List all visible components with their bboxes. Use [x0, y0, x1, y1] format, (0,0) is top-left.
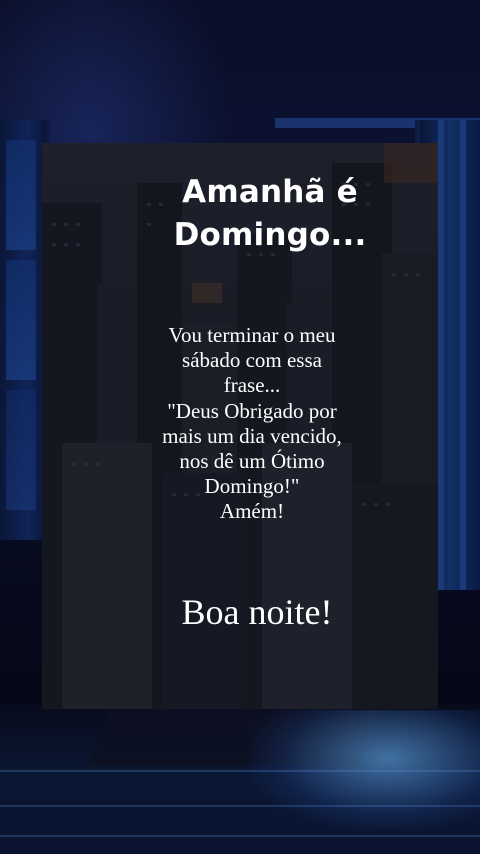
- quote-message: Vou terminar o meu sábado com essa frase…: [112, 323, 392, 525]
- message-line: Vou terminar o meu: [168, 323, 336, 347]
- window-bar: [438, 120, 444, 590]
- message-line: Amém!: [219, 499, 285, 524]
- quote-card: Amanhã é Domingo... Vou terminar o meu s…: [42, 143, 438, 709]
- message-line: "Deus Obrigado por: [167, 398, 337, 423]
- title-line: Domingo...: [173, 217, 367, 254]
- card-title: Amanhã é Domingo...: [100, 171, 438, 258]
- closing-greeting: Boa noite!: [181, 592, 333, 632]
- floor-board-line: [0, 835, 480, 837]
- quote-text-layer: Amanhã é Domingo... Vou terminar o meu s…: [42, 143, 438, 709]
- title-line: Amanhã é: [182, 174, 358, 210]
- night-room-background: Amanhã é Domingo... Vou terminar o meu s…: [0, 0, 480, 854]
- floor-board-line: [0, 805, 480, 807]
- window-pane: [6, 140, 36, 250]
- window-pane: [6, 390, 36, 510]
- floor-board-line: [0, 770, 480, 772]
- message-line: sábado com essa: [182, 348, 322, 373]
- message-line: nos dê um Ótimo: [179, 448, 325, 473]
- message-line: frase...: [223, 373, 281, 398]
- window-bar: [460, 120, 466, 590]
- message-line: mais um dia vencido,: [162, 423, 342, 448]
- message-line: Domingo!": [204, 474, 300, 499]
- window-pane: [6, 260, 36, 380]
